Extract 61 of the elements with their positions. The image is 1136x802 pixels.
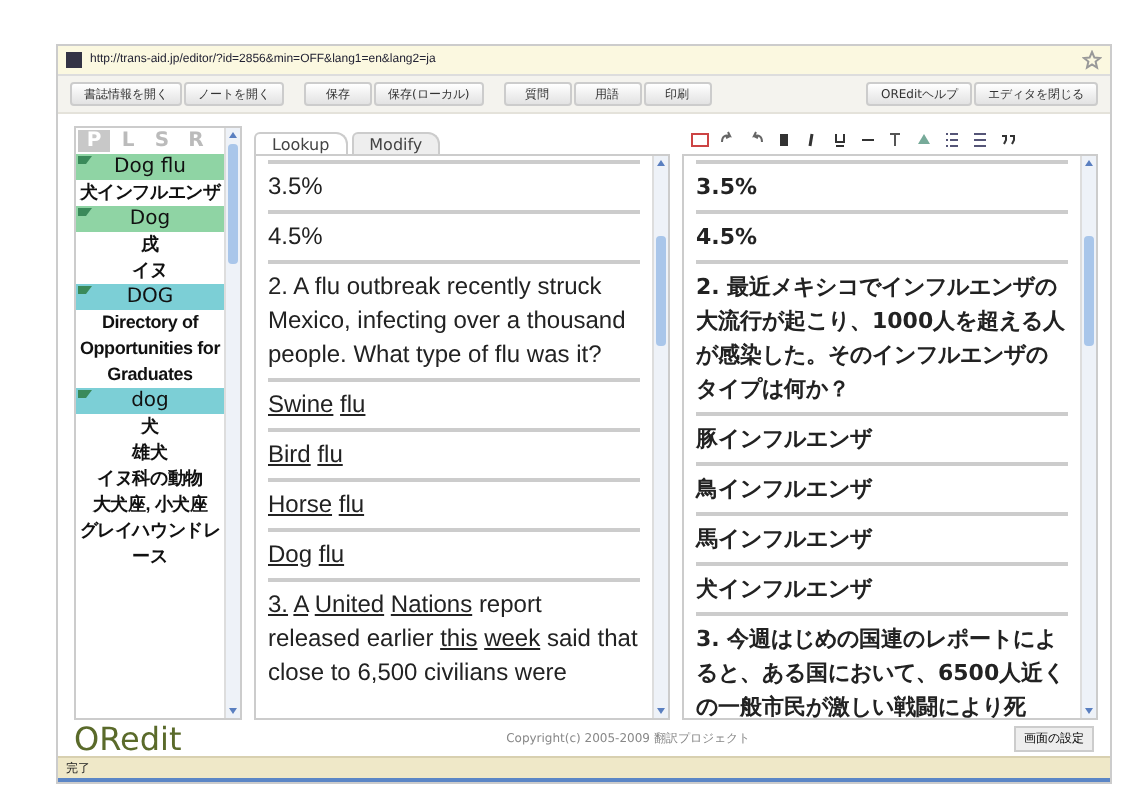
word-link[interactable]: Horse: [268, 490, 333, 518]
word-link[interactable]: Swine: [268, 390, 334, 418]
translation-sentence[interactable]: 鳥インフルエンザ: [696, 462, 1068, 512]
word-link[interactable]: this: [440, 624, 478, 652]
logo: ORedit: [74, 719, 184, 757]
scroll-down-icon[interactable]: [226, 704, 240, 718]
glossary-heading[interactable]: Dog: [76, 206, 224, 232]
word-link[interactable]: flu: [317, 440, 343, 468]
underline-icon[interactable]: [830, 130, 850, 150]
translation-sentence[interactable]: 2. 最近メキシコでインフルエンザの大流行が起こり、1000人を超える人が感染した。そのインフルエンザのタイプは何か？: [696, 260, 1068, 412]
glossary-term[interactable]: 戌: [76, 232, 224, 258]
panel-tab[interactable]: Modify: [351, 132, 441, 154]
glossary-heading[interactable]: Dog flu: [76, 154, 224, 180]
scroll-up-icon[interactable]: [226, 128, 240, 142]
word-link[interactable]: A: [293, 590, 309, 618]
word-link[interactable]: Bird: [268, 440, 311, 468]
tag-icon: [78, 286, 92, 294]
scrollbar[interactable]: [224, 128, 240, 718]
source-sentence: 3.5%: [268, 160, 640, 210]
scroll-down-icon[interactable]: [654, 704, 668, 718]
translation-sentence[interactable]: 犬インフルエンザ: [696, 562, 1068, 612]
glossary-heading[interactable]: dog: [76, 388, 224, 414]
translation-sentence[interactable]: 3.5%: [696, 160, 1068, 210]
glossary-term[interactable]: イヌ: [76, 258, 224, 284]
scroll-up-icon[interactable]: [1082, 156, 1096, 170]
word-link[interactable]: 3.: [268, 590, 289, 618]
glossary-term[interactable]: 大犬座, 小犬座: [76, 492, 224, 518]
tag-icon: [78, 156, 92, 164]
glossary-term[interactable]: グレイハウンドレース: [76, 518, 224, 570]
word-link[interactable]: flu: [340, 390, 366, 418]
panel-tab[interactable]: Lookup: [254, 132, 348, 154]
translation-sentence[interactable]: 4.5%: [696, 210, 1068, 260]
scrollbar[interactable]: [1080, 156, 1096, 718]
bulleted-list-icon[interactable]: [942, 130, 962, 150]
glossary-heading[interactable]: DOG: [76, 284, 224, 310]
word-link[interactable]: Nations: [390, 590, 473, 618]
word-link[interactable]: flu: [338, 490, 365, 518]
word-link[interactable]: flu: [318, 540, 345, 568]
word-link[interactable]: Dog: [268, 540, 313, 568]
glossary-term[interactable]: Directory of Opportunities for Graduates: [76, 310, 224, 388]
source-sentence: 4.5%: [268, 210, 640, 260]
scroll-up-icon[interactable]: [654, 156, 668, 170]
page-icon: [66, 52, 82, 68]
source-sentence: 3. A United Nations report released earlier this week said that close to 6,500 civilians were: [268, 578, 640, 696]
star-icon[interactable]: [1082, 50, 1102, 70]
source-sentence: 2. A flu outbreak recently struck Mexico, infecting over a thousand people. What type of flu was it?: [268, 260, 640, 378]
glossary-term[interactable]: 犬: [76, 414, 224, 440]
tag-icon: [78, 390, 92, 398]
word-link[interactable]: United: [314, 590, 385, 618]
glossary-term[interactable]: 犬インフルエンザ: [76, 180, 224, 206]
word-link[interactable]: week: [484, 624, 541, 652]
tag-icon: [78, 208, 92, 216]
box-icon[interactable]: [690, 130, 710, 150]
translation-sentence[interactable]: 豚インフルエンザ: [696, 412, 1068, 462]
text-color-icon[interactable]: [886, 130, 906, 150]
quote-icon[interactable]: [998, 130, 1018, 150]
glossary-term[interactable]: 雄犬: [76, 440, 224, 466]
glossary-term[interactable]: イヌ科の動物: [76, 466, 224, 492]
scroll-down-icon[interactable]: [1082, 704, 1096, 718]
scrollbar[interactable]: [652, 156, 668, 718]
translation-sentence[interactable]: 馬インフルエンザ: [696, 512, 1068, 562]
